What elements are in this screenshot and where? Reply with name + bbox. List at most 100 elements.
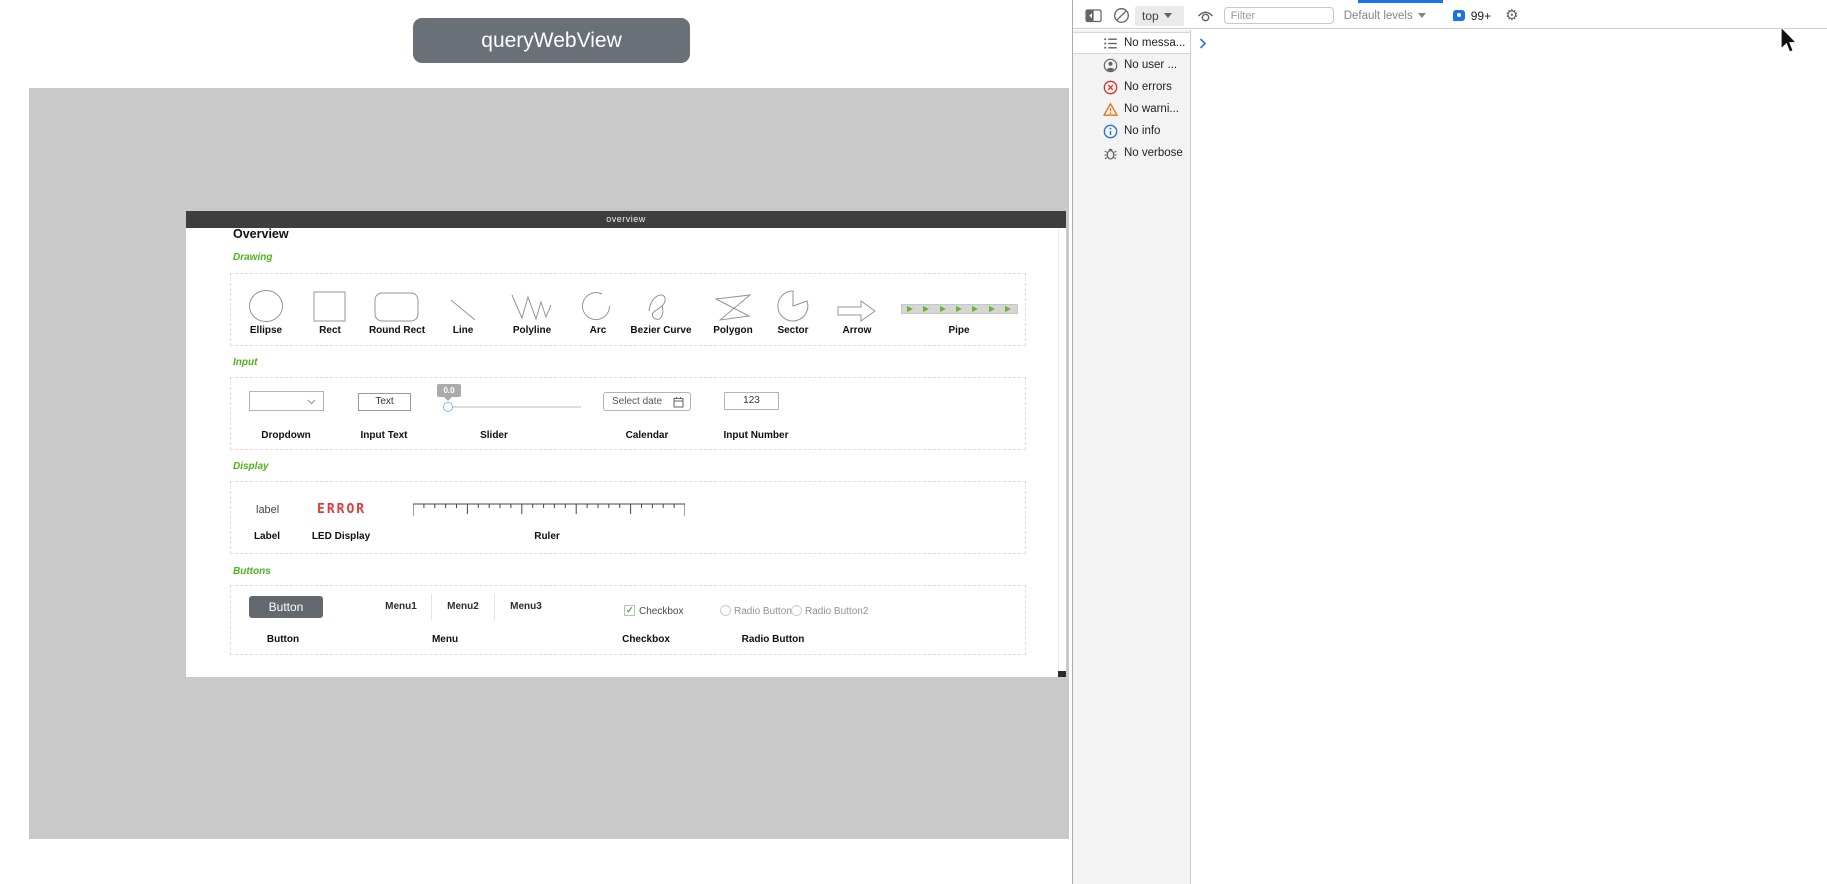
overview-panel-titlebar[interactable]: overview — [186, 211, 1066, 228]
sidebar-item-warnings[interactable]: No warni... — [1073, 98, 1190, 120]
widget-label: Slider — [444, 430, 544, 441]
clear-console-icon[interactable] — [1113, 7, 1130, 24]
chevron-down-icon — [1164, 13, 1172, 18]
ruler-widget — [413, 503, 685, 517]
calendar-input[interactable]: Select date — [603, 392, 691, 411]
sidebar-item-label: No warni... — [1124, 103, 1179, 115]
menu-item-1[interactable]: Menu1 — [371, 601, 431, 612]
panel-scrollbar-corner[interactable] — [1058, 671, 1066, 677]
radio-button-2-text[interactable]: Radio Button2 — [805, 606, 868, 617]
query-webview-button[interactable]: queryWebView — [413, 18, 690, 63]
input-section-box: Dropdown Text Input Text 0.0 Slider Sele… — [230, 377, 1026, 450]
panel-scrollbar[interactable] — [1058, 228, 1066, 677]
warning-icon — [1103, 102, 1118, 117]
slider-tooltip: 0.0 — [437, 384, 461, 397]
widget-label: Radio Button — [718, 634, 828, 645]
checkbox-text[interactable]: Checkbox — [639, 606, 683, 617]
console-sidebar: No messa... No user ... No errors No war… — [1073, 30, 1191, 884]
sidebar-item-all-messages[interactable]: No messa... — [1073, 32, 1190, 54]
pipe-arrow-icon — [1005, 306, 1011, 312]
buttons-section-box: Button Button Menu1 Menu2 Menu3 Menu Che… — [230, 585, 1026, 655]
checkbox-widget[interactable] — [624, 605, 635, 616]
toggle-sidebar-icon[interactable] — [1085, 8, 1102, 23]
led-display-widget: ERROR — [317, 502, 366, 517]
error-icon — [1103, 80, 1118, 95]
calendar-placeholder: Select date — [612, 396, 662, 407]
pipe-bar — [901, 304, 1018, 314]
menu-item-2[interactable]: Menu2 — [433, 601, 493, 612]
filter-input[interactable] — [1224, 7, 1334, 24]
list-icon — [1103, 36, 1118, 51]
radio-button-1-text[interactable]: Radio Button1 — [734, 606, 797, 617]
sidebar-item-label: No user ... — [1124, 59, 1177, 71]
page-title: Overview — [233, 227, 289, 241]
issues-count: 99+ — [1471, 9, 1491, 23]
pipe-arrow-icon — [940, 306, 946, 312]
calendar-icon — [673, 396, 684, 408]
menu-item-3[interactable]: Menu3 — [496, 601, 556, 612]
widget-label: Dropdown — [236, 430, 336, 441]
pipe-arrow-icon — [956, 306, 962, 312]
slider-handle[interactable] — [443, 402, 453, 412]
section-label-buttons: Buttons — [233, 566, 271, 577]
sidebar-item-verbose[interactable]: No verbose — [1073, 142, 1190, 164]
slider-tooltip-pointer — [444, 397, 452, 401]
number-input[interactable]: 123 — [724, 392, 779, 410]
radio-button-1[interactable] — [720, 605, 731, 616]
gear-icon[interactable]: ⚙ — [1505, 8, 1518, 23]
widget-label: Pipe — [894, 325, 1024, 336]
pipe-arrow-icon — [972, 306, 978, 312]
sidebar-item-info[interactable]: No info — [1073, 120, 1190, 142]
widget-arrow: Arrow — [812, 287, 902, 336]
chevron-down-icon — [307, 399, 316, 405]
context-value: top — [1142, 9, 1159, 23]
widget-label: Ruler — [497, 531, 597, 542]
display-section-box: label Label ERROR LED Display Ruler — [230, 481, 1026, 554]
console-prompt-chevron-icon — [1199, 37, 1207, 50]
chevron-down-icon — [1418, 13, 1426, 18]
issues-counter[interactable]: 99+ — [1453, 9, 1491, 23]
widget-label: Checkbox — [591, 634, 701, 645]
arrow-shape — [812, 287, 902, 323]
widget-label: Arrow — [812, 325, 902, 336]
widget-label: Button — [228, 634, 338, 645]
graph-canvas[interactable]: overview Overview Drawing Ellipse Rect R… — [29, 88, 1069, 839]
section-label-drawing: Drawing — [233, 252, 272, 263]
console-messages-area[interactable] — [1191, 30, 1827, 884]
menu-separator — [431, 594, 432, 620]
devtools-panel: top Default levels 99+ ⚙ No messa... — [1072, 0, 1827, 884]
screen: queryWebView overview Overview Drawing E… — [0, 0, 1827, 884]
log-levels-dropdown[interactable]: Default levels — [1344, 10, 1431, 22]
dropdown-select[interactable] — [249, 391, 324, 411]
button-widget[interactable]: Button — [249, 596, 323, 618]
sidebar-item-label: No info — [1124, 125, 1160, 137]
widget-label: Input Text — [334, 430, 434, 441]
widget-label: LED Display — [291, 531, 391, 542]
mouse-cursor — [1779, 26, 1799, 56]
live-expression-eye-icon[interactable] — [1196, 8, 1215, 23]
drawing-section-box: Ellipse Rect Round Rect Line Polyline — [230, 273, 1026, 346]
overview-panel: overview Overview Drawing Ellipse Rect R… — [186, 211, 1066, 677]
issues-icon — [1453, 10, 1465, 21]
info-icon — [1103, 124, 1118, 139]
radio-button-2[interactable] — [791, 605, 802, 616]
section-label-display: Display — [233, 461, 269, 472]
slider-track[interactable] — [448, 406, 581, 408]
sidebar-item-errors[interactable]: No errors — [1073, 76, 1190, 98]
pipe-shape — [894, 287, 1024, 323]
pipe-arrow-icon — [989, 306, 995, 312]
sidebar-item-label: No errors — [1124, 81, 1172, 93]
widget-label: Menu — [390, 634, 500, 645]
text-input[interactable]: Text — [358, 393, 411, 411]
sidebar-item-label: No messa... — [1124, 37, 1185, 49]
javascript-context-selector[interactable]: top — [1135, 6, 1184, 26]
sidebar-item-user-messages[interactable]: No user ... — [1073, 54, 1190, 76]
console-body: No messa... No user ... No errors No war… — [1073, 30, 1827, 884]
sidebar-item-label: No verbose — [1124, 147, 1183, 159]
widget-label: Calendar — [597, 430, 697, 441]
widget-pipe: Pipe — [894, 287, 1024, 336]
pipe-arrow-icon — [923, 306, 929, 312]
widget-label: Input Number — [701, 430, 811, 441]
menu-separator — [494, 594, 495, 620]
label-widget: label — [256, 504, 279, 516]
